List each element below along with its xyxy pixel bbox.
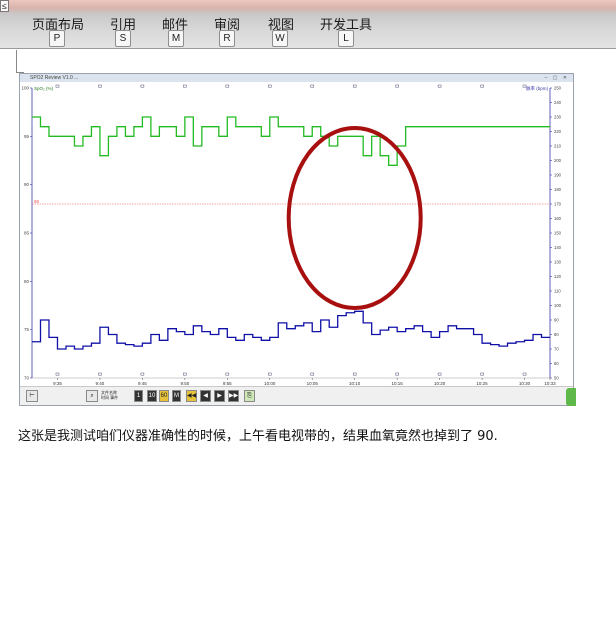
toolbar-label-events: 时间 事件 [101,395,119,400]
keytip-mailings: M [168,30,184,47]
right-tick-label: 130 [554,260,562,265]
left-tick-label: 90 [24,182,30,187]
embedded-toolbar: ⊢ ⌕ 文件名称 时间 事件 1 10 60 M ◀◀ ◀ ▶ ▶▶ ⎘ [20,386,573,405]
keytip-references: S [115,30,131,47]
right-tick-label: 200 [554,158,562,163]
scale-10-button[interactable]: 10 [147,390,157,402]
right-axis-label: 脉率 (bpm) [526,85,549,92]
event-marker-bottom [225,372,230,376]
event-marker-top [437,84,442,88]
right-tick-label: 210 [554,144,562,149]
right-tick-label: 160 [554,216,562,221]
right-tick-label: 90 [554,318,559,323]
margin-marker [16,50,17,72]
embedded-titlebar: SPO2 Review V1.0 ... – ▢ ✕ [20,74,573,82]
event-marker-bottom [183,372,187,376]
spo2-series-line [32,116,550,166]
scale-1-button[interactable]: 1 [134,390,143,402]
ruler-tool-button[interactable]: ⊢ [26,390,38,402]
event-marker-bottom [395,372,399,376]
chart-layer: SpO₂ (%) 100 95 90 85 80 75 70 脉率 (bpm) 250 240 230… [21,84,562,386]
left-tick-label: 100 [21,86,29,91]
right-tick-label: 180 [554,187,562,192]
ribbon-divider [0,48,616,49]
event-marker-bottom [98,372,102,376]
left-tick-label: 80 [24,279,30,284]
rewind-button[interactable]: ◀◀ [186,390,197,402]
keytip-developer: L [338,30,354,47]
event-marker-bottom [480,372,484,376]
event-marker-top [140,84,145,88]
left-tick-label: 70 [24,376,30,381]
pulse-series-line [32,310,550,350]
right-tick-label: 110 [554,289,561,294]
next-button[interactable]: ▶ [214,390,225,402]
zoom-icon[interactable]: ⌕ [86,390,98,402]
highlight-ellipse [286,126,423,310]
right-tick-label: 80 [554,332,559,337]
event-marker-top [395,84,399,88]
keytip-page-layout: P [49,30,65,47]
event-marker-bottom [310,372,314,376]
right-tick-label: 70 [554,347,559,352]
fast-forward-button[interactable]: ▶▶ [228,390,239,402]
right-tick-label: 190 [554,173,562,178]
event-marker-top [183,84,187,88]
scale-m-button[interactable]: M [172,390,181,402]
event-marker-top [310,84,314,88]
scale-60-button[interactable]: 60 [159,390,169,402]
embedded-screenshot: SPO2 Review V1.0 ... – ▢ ✕ SpO₂ (%) 100 95… [19,73,574,406]
event-marker-bottom [268,372,272,376]
embedded-window-controls: – ▢ ✕ [544,75,569,81]
left-tick-label: 95 [24,134,30,139]
left-tick-label: 85 [24,231,30,236]
oximetry-chart: SpO₂ (%) 100 95 90 85 80 75 70 脉率 (bpm) 250 240 230… [21,84,562,386]
right-tick-label: 140 [554,245,562,250]
ribbon: ≤ 页面布局 P 引用 S 邮件 M 审阅 R 视图 W 开发工具 L [0,0,616,48]
event-marker-top [225,84,230,88]
right-tick-label: 60 [554,361,559,366]
right-tick-label: 120 [554,274,562,279]
event-marker-top [98,84,102,88]
event-marker-top [352,84,357,88]
ribbon-corner-marker: ≤ [0,0,9,12]
side-panel-tab[interactable] [566,388,576,406]
prev-button[interactable]: ◀ [200,390,211,402]
export-icon[interactable]: ⎘ [244,390,255,402]
right-tick-label: 150 [554,231,562,236]
right-tick-label: 230 [554,115,562,120]
right-tick-label: 100 [554,303,562,308]
right-tick-label: 220 [554,129,562,134]
event-marker-top [480,84,484,88]
right-tick-label: 170 [554,202,562,207]
event-marker-bottom [522,372,527,376]
left-tick-label: 75 [24,327,30,332]
event-marker-top [55,84,60,88]
event-marker-bottom [55,372,60,376]
keytip-review: R [219,30,235,47]
embedded-title: SPO2 Review V1.0 ... [30,75,79,81]
event-marker-bottom [140,372,145,376]
event-marker-bottom [352,372,357,376]
left-axis-label: SpO₂ (%) [34,86,54,91]
caption-text: 这张是我测试咱们仪器准确性的时候，上午看电视带的，结果血氧竟然也掉到了 90. [18,429,498,444]
right-tick-label: 50 [554,376,559,381]
right-tick-label: 250 [554,86,562,91]
event-marker-top [268,84,272,88]
keytip-view: W [272,30,288,47]
reference-label: 88 [34,199,40,204]
event-marker-bottom [437,372,442,376]
right-tick-label: 240 [554,100,562,105]
